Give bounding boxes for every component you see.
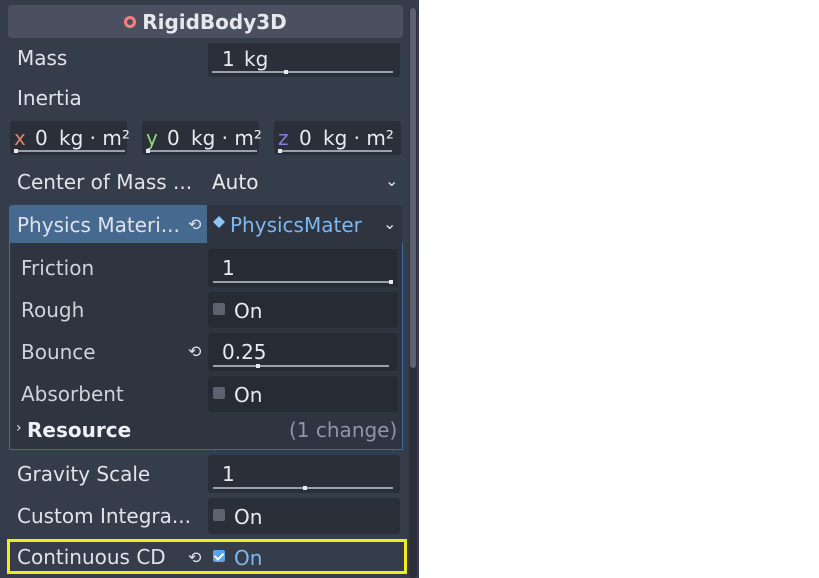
inertia-y-track xyxy=(146,150,257,152)
inertia-label: Inertia xyxy=(17,86,82,110)
inertia-y-field[interactable]: y 0 kg · m² xyxy=(142,121,262,155)
center-of-mass-label: Center of Mass ... xyxy=(17,170,193,194)
scrollbar-thumb[interactable] xyxy=(410,8,416,368)
inertia-z-grabber[interactable] xyxy=(278,149,282,153)
custom-integrator-value: On xyxy=(234,505,263,529)
friction-field[interactable]: 1 xyxy=(208,249,398,287)
chevron-down-icon: ⌄ xyxy=(385,171,399,190)
rough-checkbox-field[interactable]: On xyxy=(208,292,398,328)
physics-material-label: Physics Materi... xyxy=(17,213,180,237)
inertia-z-value: 0 xyxy=(299,126,312,150)
mass-slider-grabber[interactable] xyxy=(284,70,288,74)
rigidbody-node-icon xyxy=(124,15,137,28)
resource-changes: (1 change) xyxy=(289,418,398,442)
absorbent-checkbox-field[interactable]: On xyxy=(208,376,398,412)
mass-value: 1 xyxy=(222,47,235,71)
gravity-scale-slider-grabber[interactable] xyxy=(303,486,307,490)
physics-material-resource-picker[interactable]: PhysicsMater ⌄ xyxy=(207,205,402,243)
revert-icon[interactable]: ⟲ xyxy=(188,342,201,361)
bounce-slider-track xyxy=(213,365,389,367)
mass-field[interactable]: 1 kg xyxy=(208,43,400,77)
gravity-scale-label: Gravity Scale xyxy=(17,462,151,486)
resource-section-toggle[interactable]: › Resource (1 change) xyxy=(14,416,400,444)
friction-value: 1 xyxy=(222,256,235,280)
inertia-x-field[interactable]: x 0 kg · m² xyxy=(10,121,130,155)
bounce-slider-grabber[interactable] xyxy=(256,364,260,368)
chevron-right-icon: › xyxy=(16,420,22,436)
inertia-z-axis: z xyxy=(278,126,289,150)
inspector-scrollbar[interactable] xyxy=(409,8,417,578)
absorbent-value: On xyxy=(234,383,263,407)
inertia-x-axis: x xyxy=(14,126,26,150)
inertia-y-unit: kg · m² xyxy=(191,126,262,150)
custom-integrator-checkbox[interactable] xyxy=(213,509,225,521)
node-title: RigidBody3D xyxy=(142,9,287,34)
inertia-y-axis: y xyxy=(146,126,158,150)
mass-slider-track xyxy=(212,71,393,73)
resource-label: Resource xyxy=(27,418,132,442)
inertia-x-track xyxy=(14,150,125,152)
resource-cube-icon xyxy=(212,215,226,229)
mass-label: Mass xyxy=(17,46,68,70)
custom-integrator-label: Custom Integra... xyxy=(17,504,191,528)
inertia-x-unit: kg · m² xyxy=(59,126,130,150)
center-of-mass-value: Auto xyxy=(212,170,259,194)
absorbent-label: Absorbent xyxy=(21,382,124,406)
custom-integrator-checkbox-field[interactable]: On xyxy=(208,498,400,534)
highlight-box xyxy=(7,539,407,574)
gravity-scale-value: 1 xyxy=(222,462,235,486)
inspector-panel: RigidBody3D Mass 1 kg Inertia x 0 kg · m… xyxy=(0,0,419,578)
chevron-down-icon: ⌄ xyxy=(383,214,397,233)
bounce-field[interactable]: 0.25 xyxy=(208,333,398,371)
rough-label: Rough xyxy=(21,298,85,322)
inertia-x-grabber[interactable] xyxy=(14,149,18,153)
bounce-value: 0.25 xyxy=(222,340,267,364)
friction-label: Friction xyxy=(21,256,95,280)
inertia-x-value: 0 xyxy=(35,126,48,150)
bounce-label: Bounce xyxy=(21,340,96,364)
inertia-y-value: 0 xyxy=(167,126,180,150)
inertia-z-field[interactable]: z 0 kg · m² xyxy=(274,121,401,155)
rough-value: On xyxy=(234,299,263,323)
rough-checkbox[interactable] xyxy=(213,303,225,315)
friction-slider-track xyxy=(213,281,393,283)
revert-icon[interactable]: ⟲ xyxy=(188,215,201,234)
mass-unit: kg xyxy=(244,47,269,71)
node-header: RigidBody3D xyxy=(8,5,403,38)
center-of-mass-dropdown[interactable]: Auto ⌄ xyxy=(208,163,402,199)
gravity-scale-field[interactable]: 1 xyxy=(208,455,400,493)
absorbent-checkbox[interactable] xyxy=(213,387,225,399)
inertia-z-unit: kg · m² xyxy=(323,126,394,150)
inertia-z-track xyxy=(278,150,392,152)
inertia-y-grabber[interactable] xyxy=(146,149,150,153)
physics-material-value: PhysicsMater xyxy=(230,213,362,237)
friction-slider-grabber[interactable] xyxy=(389,280,393,284)
